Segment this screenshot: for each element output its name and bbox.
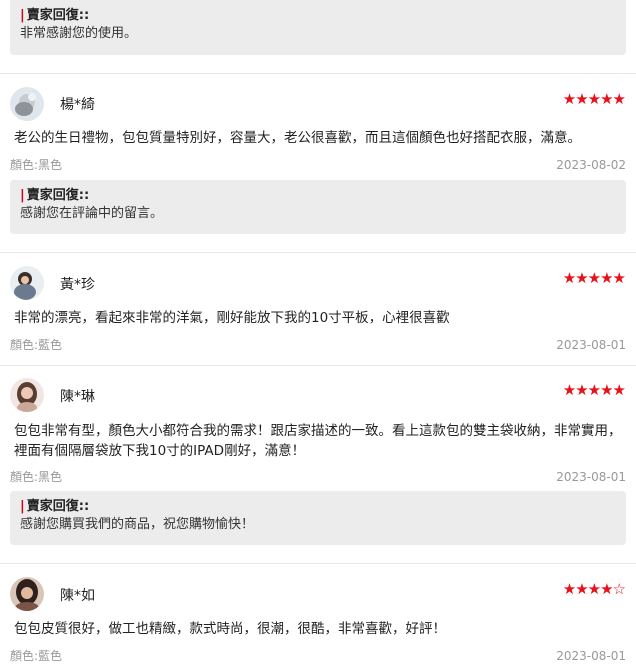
review-divider	[0, 563, 636, 564]
seller-reply: | 賣家回復:: 感謝您購買我們的商品，祝您購物愉快！	[10, 491, 626, 545]
avatar	[10, 87, 44, 121]
reply-heading: | 賣家回復::	[20, 8, 90, 23]
avatar	[10, 266, 44, 300]
reply-text: 感謝您購買我們的商品，祝您購物愉快！	[20, 517, 255, 532]
product-color: 顏色:藍色	[10, 649, 63, 663]
seller-reply: | 賣家回復:: 感謝您在評論中的留言。	[10, 180, 626, 234]
star-rating: ★★★★☆	[562, 580, 626, 598]
product-color: 顏色:藍色	[10, 338, 63, 352]
star-rating: ★★★★★	[562, 90, 626, 108]
review-date: 2023-08-01	[556, 338, 626, 352]
reply-heading: | 賣家回復::	[20, 499, 90, 514]
review-divider	[0, 252, 636, 253]
avatar	[10, 577, 44, 611]
seller-reply: | 賣家回復:: 非常感謝您的使用。	[10, 0, 626, 55]
review-content: 包包皮質很好，做工也精緻，款式時尚，很潮，很酷，非常喜歡，好評！	[14, 621, 446, 637]
reply-heading: | 賣家回復::	[20, 188, 90, 203]
reviewer-name: 楊*綺	[60, 97, 95, 113]
review-content: 包包非常有型，顏色大小都符合我的需求！跟店家描述的一致。看上這款包的雙主袋收納，…	[14, 423, 622, 459]
review-date: 2023-08-01	[556, 470, 626, 484]
reply-marker: |	[20, 188, 25, 203]
reply-text: 感謝您在評論中的留言。	[20, 206, 164, 221]
reviewer-name: 黃*珍	[60, 277, 95, 293]
reply-marker: |	[20, 499, 25, 514]
avatar	[10, 378, 44, 412]
product-color: 顏色:黑色	[10, 158, 63, 172]
review-date: 2023-08-02	[556, 158, 626, 172]
reviewer-name: 陳*如	[60, 588, 95, 604]
empty-star-icon: ☆	[612, 580, 626, 598]
review-date: 2023-08-01	[556, 649, 626, 663]
review-divider	[0, 73, 636, 74]
review-content: 非常的漂亮，看起來非常的洋氣，剛好能放下我的10寸平板，心裡很喜歡	[14, 310, 450, 326]
star-rating: ★★★★★	[562, 269, 626, 287]
reviewer-name: 陳*琳	[60, 389, 95, 405]
reply-marker: |	[20, 8, 25, 23]
star-rating: ★★★★★	[562, 381, 626, 399]
review-divider	[0, 365, 636, 366]
reply-text: 非常感謝您的使用。	[20, 26, 138, 41]
product-color: 顏色:黑色	[10, 470, 63, 484]
review-content: 老公的生日禮物，包包質量特別好，容量大，老公很喜歡，而且這個顏色也好搭配衣服，滿…	[14, 130, 581, 146]
